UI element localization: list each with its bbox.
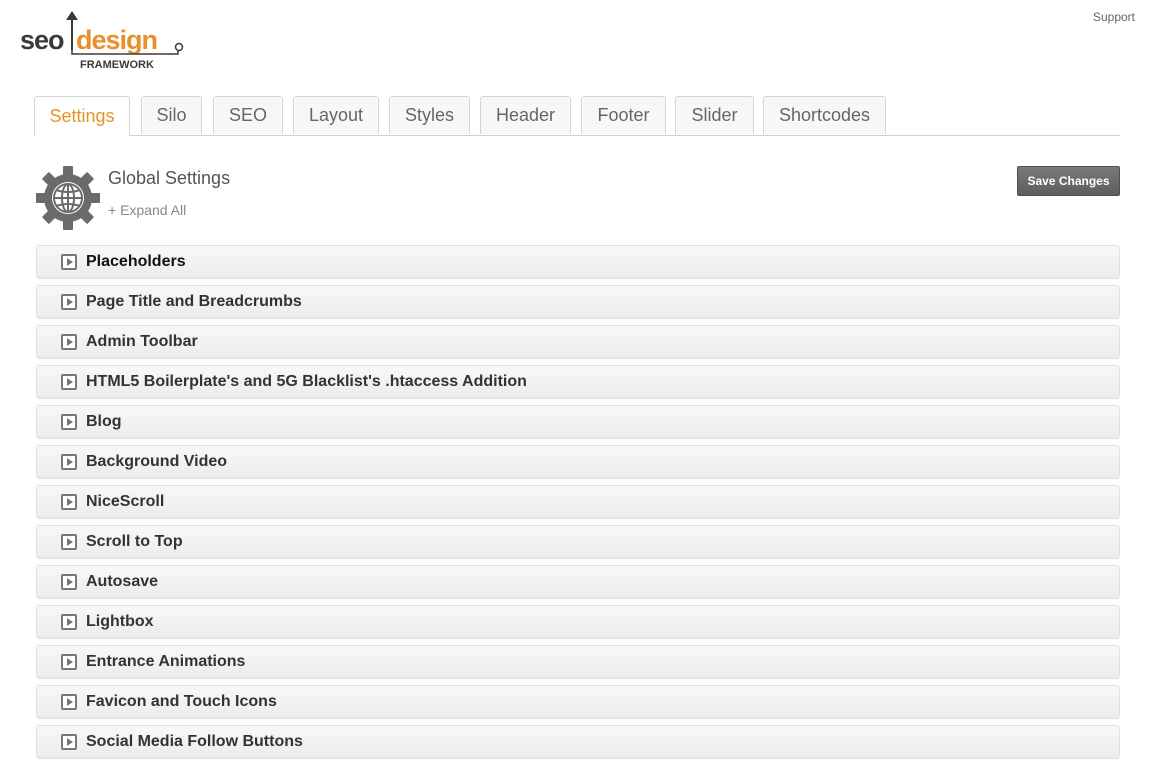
play-icon xyxy=(61,574,77,590)
section-label: Scroll to Top xyxy=(86,533,183,550)
section-label: Blog xyxy=(86,413,122,430)
section-label: Social Media Follow Buttons xyxy=(86,733,303,750)
play-icon xyxy=(61,414,77,430)
logo-subtitle: FRAMEWORK xyxy=(80,59,154,71)
play-icon xyxy=(61,294,77,310)
section-entrance-animations[interactable]: Entrance Animations xyxy=(36,645,1120,679)
play-icon xyxy=(61,614,77,630)
section-label: Entrance Animations xyxy=(86,653,246,670)
section-label: Background Video xyxy=(86,453,228,470)
page-title: Global Settings xyxy=(108,168,231,188)
settings-sections: Placeholders Page Title and Breadcrumbs … xyxy=(36,245,1120,765)
play-icon xyxy=(61,334,77,350)
settings-tabs: Settings Silo SEO Layout Styles Header F… xyxy=(34,96,1120,136)
expand-all-link[interactable]: + Expand All xyxy=(108,202,186,218)
section-label: Lightbox xyxy=(86,613,154,630)
tab-settings[interactable]: Settings xyxy=(34,96,130,136)
save-changes-button[interactable]: Save Changes xyxy=(1017,166,1120,196)
play-icon xyxy=(61,254,77,270)
tab-seo[interactable]: SEO xyxy=(213,96,283,134)
play-icon xyxy=(61,734,77,750)
logo-word-design: design xyxy=(76,25,157,55)
section-label: Admin Toolbar xyxy=(86,333,198,350)
section-admin-toolbar[interactable]: Admin Toolbar xyxy=(36,325,1120,359)
play-icon xyxy=(61,374,77,390)
section-page-title-breadcrumbs[interactable]: Page Title and Breadcrumbs xyxy=(36,285,1120,319)
tab-header[interactable]: Header xyxy=(480,96,571,134)
tab-styles[interactable]: Styles xyxy=(389,96,470,134)
section-label: Placeholders xyxy=(86,253,186,270)
play-icon xyxy=(61,694,77,710)
section-label: Autosave xyxy=(86,573,159,590)
section-lightbox[interactable]: Lightbox xyxy=(36,605,1120,639)
section-autosave[interactable]: Autosave xyxy=(36,565,1120,599)
globe-gear-icon xyxy=(36,166,100,230)
section-label: HTML5 Boilerplate's and 5G Blacklist's .… xyxy=(86,373,527,390)
tab-slider[interactable]: Slider xyxy=(675,96,754,134)
tab-shortcodes[interactable]: Shortcodes xyxy=(763,96,886,134)
section-social-media-follow-buttons[interactable]: Social Media Follow Buttons xyxy=(36,725,1120,759)
support-link[interactable]: Support xyxy=(1093,10,1135,24)
logo-word-seo: seo xyxy=(20,25,64,55)
section-label: NiceScroll xyxy=(86,493,165,510)
seo-design-framework-logo[interactable]: seo design FRAMEWORK xyxy=(20,10,190,72)
section-nicescroll[interactable]: NiceScroll xyxy=(36,485,1120,519)
section-label: Favicon and Touch Icons xyxy=(86,693,277,710)
section-label: Page Title and Breadcrumbs xyxy=(86,293,302,310)
play-icon xyxy=(61,494,77,510)
section-background-video[interactable]: Background Video xyxy=(36,445,1120,479)
section-scroll-to-top[interactable]: Scroll to Top xyxy=(36,525,1120,559)
play-icon xyxy=(61,654,77,670)
tab-silo[interactable]: Silo xyxy=(141,96,202,134)
section-placeholders[interactable]: Placeholders xyxy=(36,245,1120,279)
section-favicon-touch-icons[interactable]: Favicon and Touch Icons xyxy=(36,685,1120,719)
section-htaccess-addition[interactable]: HTML5 Boilerplate's and 5G Blacklist's .… xyxy=(36,365,1120,399)
tab-footer[interactable]: Footer xyxy=(581,96,666,134)
tab-layout[interactable]: Layout xyxy=(293,96,379,134)
play-icon xyxy=(61,454,77,470)
play-icon xyxy=(61,534,77,550)
section-blog[interactable]: Blog xyxy=(36,405,1120,439)
